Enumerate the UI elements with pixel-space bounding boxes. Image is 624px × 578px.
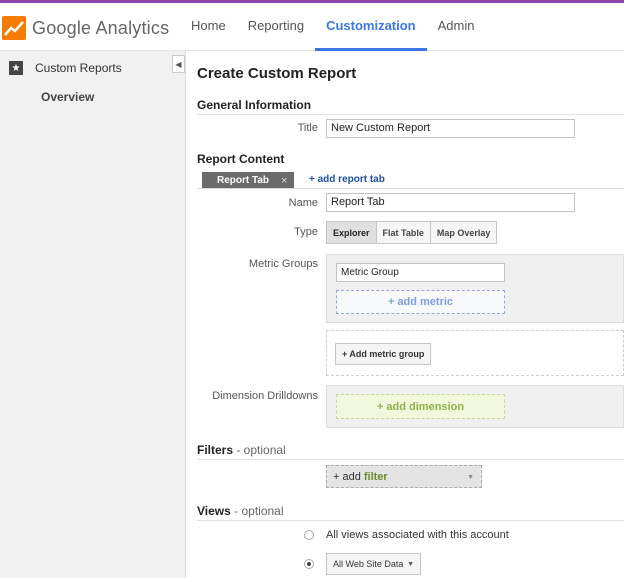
divider <box>197 459 624 460</box>
logo-text: Google Analytics <box>32 17 170 38</box>
add-dimension-button[interactable]: + add dimension <box>336 394 505 419</box>
report-type-selector: Explorer Flat Table Map Overlay <box>326 221 498 244</box>
nav-home[interactable]: Home <box>180 3 237 51</box>
radio-all-views[interactable] <box>304 530 314 540</box>
report-tab[interactable]: Report Tab × <box>202 172 294 189</box>
tab-name-input[interactable]: Report Tab <box>326 193 575 212</box>
filters-optional: - optional <box>233 443 286 457</box>
view-select-value: All Web Site Data <box>333 559 404 569</box>
tab-divider <box>197 188 624 189</box>
metric-group-box: Metric Group + add metric <box>326 254 624 323</box>
add-metric-group-button[interactable]: + Add metric group <box>335 343 432 365</box>
sidebar-item-label: Custom Reports <box>35 61 122 75</box>
report-tab-label: Report Tab <box>217 175 270 186</box>
views-heading-text: Views <box>197 504 231 518</box>
views-heading: Views - optional <box>197 504 284 518</box>
add-metric-button[interactable]: + add metric <box>336 290 505 314</box>
logo[interactable]: Google Analytics <box>0 13 169 43</box>
chevron-left-icon[interactable]: ◀ <box>172 55 185 73</box>
dimension-drilldowns-label: Dimension Drilldowns <box>212 390 318 402</box>
sidebar-item-overview[interactable]: Overview <box>41 90 94 104</box>
radio-all-views-label: All views associated with this account <box>326 529 509 541</box>
close-icon[interactable]: × <box>281 175 287 187</box>
radio-selected-view[interactable] <box>304 559 314 569</box>
analytics-logo-icon <box>2 16 26 40</box>
type-flat-table-button[interactable]: Flat Table <box>375 221 431 244</box>
title-label: Title <box>297 122 318 134</box>
app: Google Analytics Home Reporting Customiz… <box>0 0 624 578</box>
general-info-heading: General Information <box>197 98 312 112</box>
add-filter-prefix: + add <box>333 470 361 483</box>
top-header: Google Analytics Home Reporting Customiz… <box>0 0 624 51</box>
report-content-heading: Report Content <box>197 152 285 166</box>
divider <box>197 114 624 115</box>
filters-heading-text: Filters <box>197 443 234 457</box>
metric-group-name-input[interactable]: Metric Group <box>336 263 505 282</box>
sidebar: ★ Custom Reports ◀ Overview <box>0 51 186 578</box>
chevron-down-icon: ▼ <box>467 474 474 481</box>
add-filter-word: filter <box>363 470 388 483</box>
metric-groups-label: Metric Groups <box>248 258 318 270</box>
star-icon: ★ <box>9 61 23 75</box>
views-optional: - optional <box>230 504 284 518</box>
page-title: Create Custom Report <box>197 65 357 82</box>
main-nav: Home Reporting Customization Admin <box>180 3 485 51</box>
dimension-box: + add dimension <box>326 385 624 428</box>
name-label: Name <box>288 197 318 209</box>
title-input[interactable]: New Custom Report <box>326 119 575 138</box>
add-metric-group-area: + Add metric group <box>326 330 624 376</box>
sidebar-item-custom-reports[interactable]: ★ Custom Reports <box>0 53 186 83</box>
view-select-dropdown[interactable]: All Web Site Data ▼ <box>326 553 421 575</box>
divider <box>197 520 624 521</box>
add-report-tab-link[interactable]: + add report tab <box>309 174 385 185</box>
nav-customization[interactable]: Customization <box>315 3 427 51</box>
type-map-overlay-button[interactable]: Map Overlay <box>429 221 498 244</box>
chevron-down-icon: ▼ <box>407 561 414 568</box>
add-filter-button[interactable]: + add filter ▼ <box>326 465 482 488</box>
type-label: Type <box>294 226 318 238</box>
main-content: Create Custom Report General Information… <box>197 51 624 578</box>
filters-heading: Filters - optional <box>197 443 286 457</box>
type-explorer-button[interactable]: Explorer <box>326 221 377 244</box>
nav-reporting[interactable]: Reporting <box>237 3 315 51</box>
nav-admin[interactable]: Admin <box>427 3 486 51</box>
